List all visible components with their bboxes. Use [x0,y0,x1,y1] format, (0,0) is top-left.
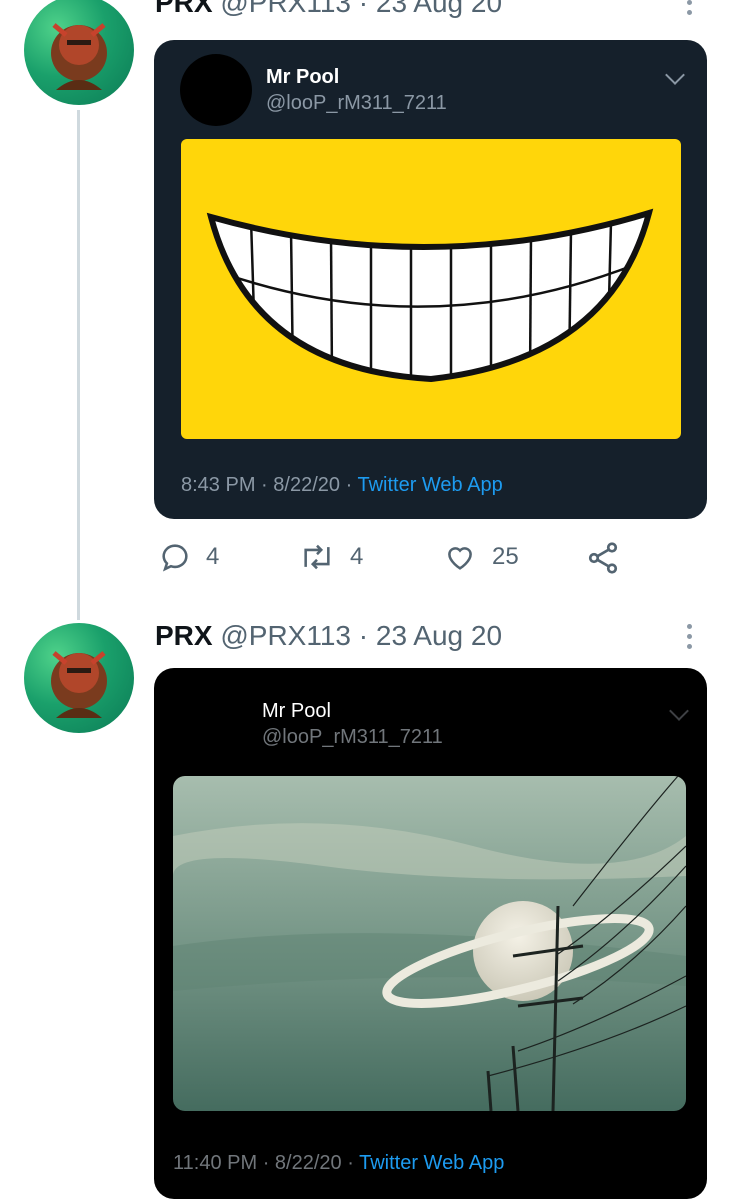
retweet-icon [304,544,330,570]
user-handle[interactable]: @PRX113 [220,620,351,651]
smile-image[interactable] [181,139,681,439]
chevron-down-icon[interactable] [669,701,689,721]
avatar[interactable] [24,0,134,105]
chevron-down-icon[interactable] [665,65,685,85]
quoted-meta: 11:40 PM · 8/22/20 · Twitter Web App [173,1152,504,1175]
separator: · [358,0,369,18]
like-count: 25 [492,543,519,570]
like-button[interactable]: 25 [442,540,519,574]
meta-sep: · [262,1152,270,1174]
tweet-header: PRX @PRX113 · 23 Aug 20 [155,620,502,652]
retweet-button[interactable]: 4 [298,540,363,574]
saturn-image[interactable] [173,776,686,1111]
display-name[interactable]: PRX [155,620,213,651]
quoted-date[interactable]: 8/22/20 [273,474,340,496]
meta-sep: · [345,474,353,496]
tweet-date[interactable]: 23 Aug 20 [376,0,502,18]
tweet-date[interactable]: 23 Aug 20 [376,620,502,651]
reply-button[interactable]: 4 [158,540,219,574]
user-handle[interactable]: @PRX113 [220,0,351,18]
quoted-avatar[interactable] [180,54,252,126]
quoted-time[interactable]: 8:43 PM [181,474,255,496]
quoted-name[interactable]: Mr Pool [262,700,331,723]
retweet-count: 4 [350,543,364,570]
quoted-tweet-card[interactable]: Mr Pool @looP_rM311_7211 [154,668,707,1199]
quoted-source[interactable]: Twitter Web App [357,474,502,496]
display-name[interactable]: PRX [155,0,213,18]
quoted-source[interactable]: Twitter Web App [359,1152,504,1174]
reply-count: 4 [206,543,220,570]
separator: · [358,620,369,651]
like-icon [448,547,472,570]
avatar[interactable] [24,623,134,733]
more-icon[interactable] [686,624,694,654]
share-icon [588,542,618,574]
quoted-name[interactable]: Mr Pool [266,66,339,89]
quoted-tweet-card[interactable]: Mr Pool @looP_rM311_7211 [154,40,707,519]
quoted-meta: 8:43 PM · 8/22/20 · Twitter Web App [181,474,503,497]
meta-sep: · [261,474,268,496]
quoted-date[interactable]: 8/22/20 [275,1152,342,1174]
quoted-time[interactable]: 11:40 PM [173,1152,257,1174]
quoted-handle[interactable]: @looP_rM311_7211 [262,726,443,749]
share-button[interactable] [585,540,621,581]
reply-icon [162,544,188,572]
thread-line [77,110,80,620]
more-icon[interactable] [686,0,694,20]
tweet-header: PRX @PRX113 · 23 Aug 20 [155,0,502,19]
meta-sep: · [347,1152,354,1174]
quoted-handle[interactable]: @looP_rM311_7211 [266,92,447,115]
